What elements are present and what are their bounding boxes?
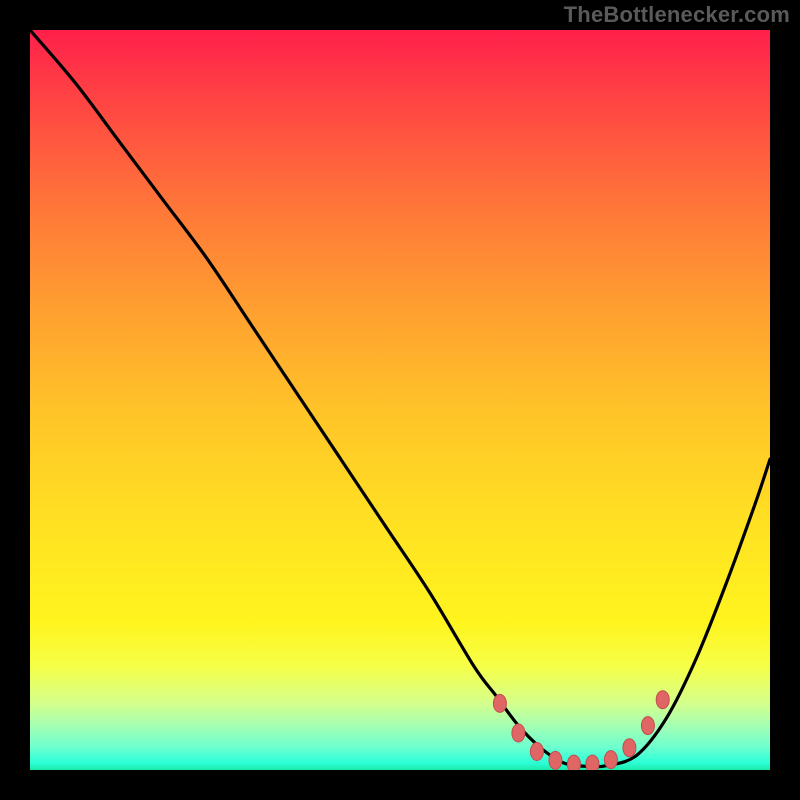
chart-stage: TheBottlenecker.com (0, 0, 800, 800)
plot-frame (30, 30, 770, 770)
sweet-spot-marker (656, 691, 669, 709)
plot-area (30, 30, 770, 770)
sweet-spot-markers (30, 30, 770, 770)
sweet-spot-marker (512, 724, 525, 742)
sweet-spot-marker (567, 755, 580, 770)
sweet-spot-marker (586, 755, 599, 770)
watermark-text: TheBottlenecker.com (564, 2, 790, 28)
sweet-spot-marker (530, 743, 543, 761)
sweet-spot-marker (493, 694, 506, 712)
sweet-spot-marker (641, 717, 654, 735)
sweet-spot-marker (604, 751, 617, 769)
sweet-spot-marker (549, 751, 562, 769)
sweet-spot-marker (623, 739, 636, 757)
